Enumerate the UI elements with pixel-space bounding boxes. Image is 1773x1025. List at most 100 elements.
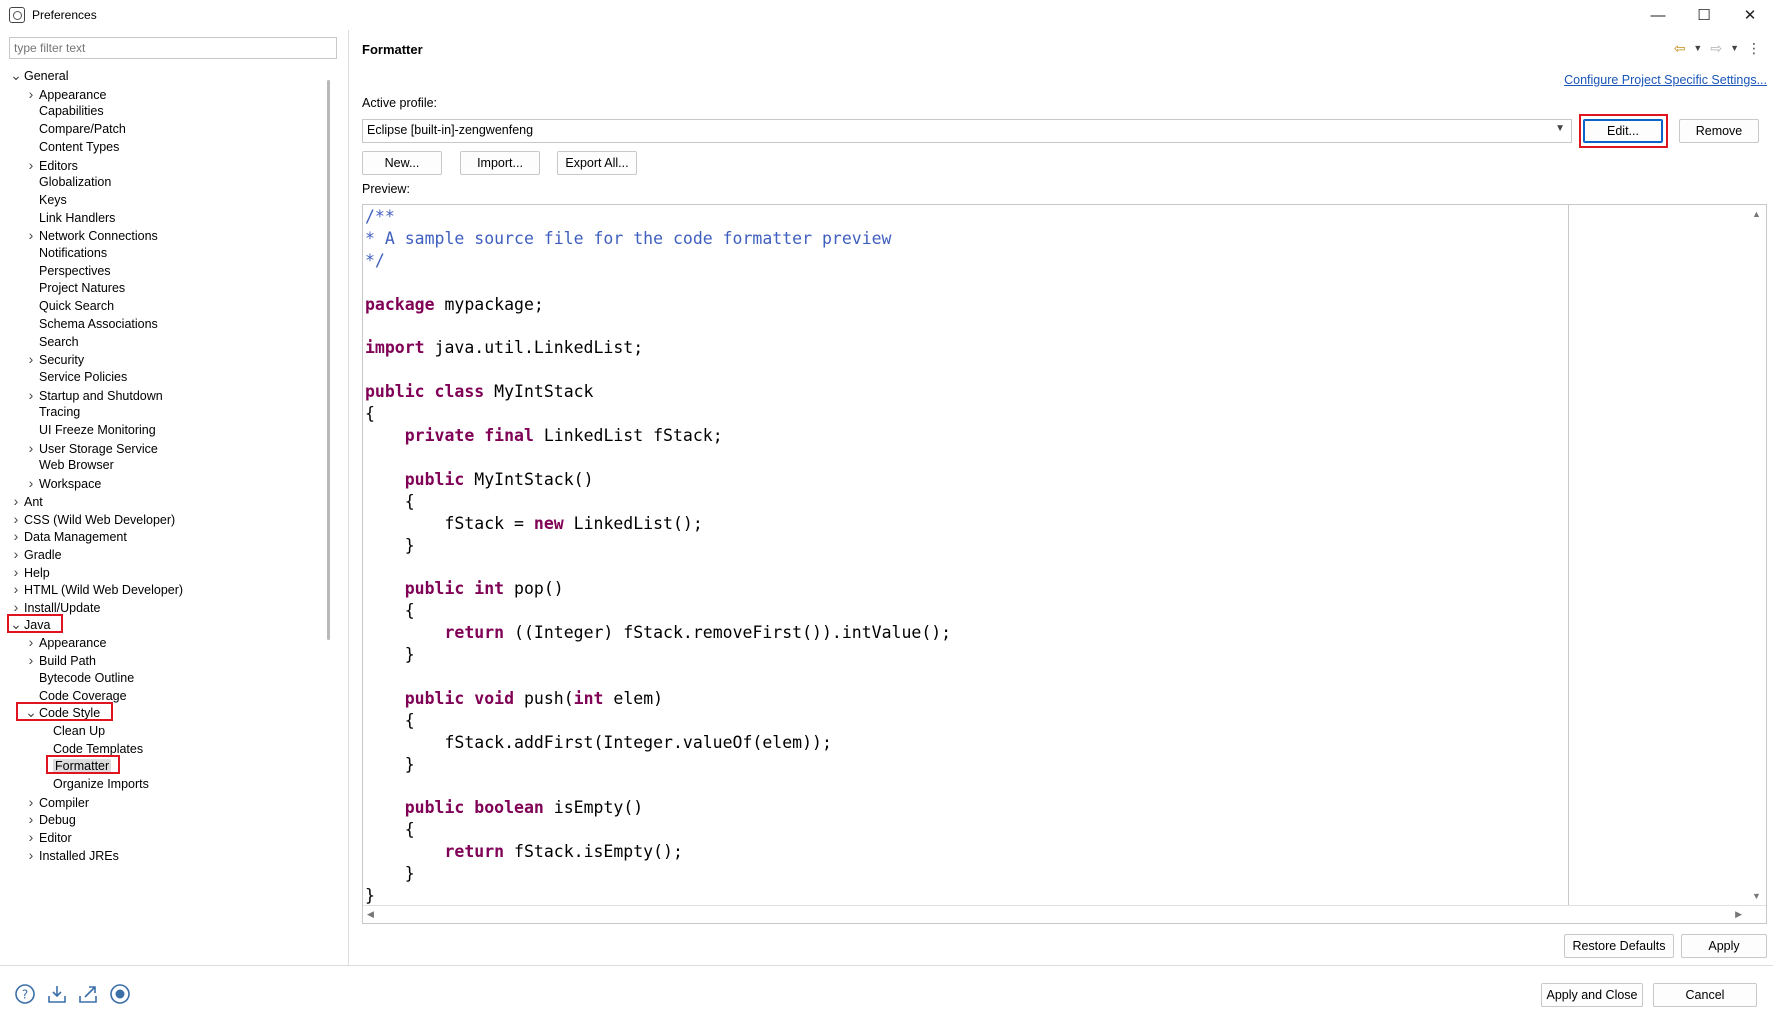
tree-item-label: Clean Up [53,723,106,738]
tree-item-label: Notifications [39,246,108,260]
scroll-down-icon[interactable]: ▼ [1752,891,1761,901]
tree-item-label: Bytecode Outline [39,670,135,685]
code-line: } [365,645,415,665]
close-button[interactable]: ✕ [1727,0,1773,30]
tree-item-label: Organize Imports [53,777,149,791]
forward-icon[interactable]: ⇨ [1710,40,1722,57]
preferences-tree-pane: ⌄General › Appearance Capabilities Compare/P… [0,30,349,965]
chevron-down-icon: ▼ [1555,123,1565,134]
maximize-button[interactable]: ☐ [1681,0,1727,30]
tree-item-label: Content Types [39,139,120,154]
restore-defaults-button[interactable]: Restore Defaults [1564,934,1674,958]
tree-item-label: Appearance [39,636,107,651]
code-line: public void push(int elem) [404,688,664,708]
apply-button[interactable]: Apply [1681,934,1767,958]
tree-item-label: Globalization [39,175,112,190]
print-margin-line [1568,205,1569,905]
tree-highlight-box [16,702,113,722]
code-line: public MyIntStack() [404,469,594,489]
tree-item-label: Capabilities [39,104,104,119]
code-line: public int pop() [404,579,564,599]
code-line: { [365,491,415,511]
tree-item-label: Tracing [39,405,81,420]
page-header: Formatter [350,30,1773,70]
preview-vertical-scrollbar[interactable]: ▲ ▼ [1748,205,1766,905]
active-profile-combo[interactable]: Eclipse [built-in]-zengwenfeng ▼ [362,119,1572,143]
scroll-up-icon[interactable]: ▲ [1752,209,1761,219]
record-icon[interactable] [109,983,131,1005]
tree-item-label: Installed JREs [39,848,119,863]
tree-item-label: UI Freeze Monitoring [39,423,156,437]
preferences-app-icon [9,7,25,23]
code-line: { [365,601,415,621]
page-title: Formatter [362,42,423,57]
new-profile-button[interactable]: New... [362,151,442,175]
title-bar: Preferences — ☐ ✕ [0,0,1773,30]
tree-item-label: Editor [39,831,72,846]
filter-input[interactable] [9,37,337,59]
code-preview[interactable]: /** * A sample source file for the code … [362,204,1767,924]
preview-horizontal-scrollbar[interactable]: ◀ ▶ [363,905,1766,923]
code-line: { [365,710,415,730]
tree-item-label: Compare/Patch [39,122,126,137]
forward-menu-chevron-icon[interactable]: ▼ [1730,40,1739,57]
formatter-page: Formatter ⇦ ▼ ⇨ ▼ ⋮ Configure Project Sp… [350,30,1773,965]
tree-item-label: Gradle [24,547,62,562]
tree-highlight-box [7,613,63,633]
chevron-right-icon[interactable]: › [23,845,39,865]
preview-label: Preview: [362,182,410,196]
tree-item-label: Compiler [39,795,90,810]
code-line: /** [365,207,395,226]
window-title: Preferences [32,8,97,22]
tree-item-label: Keys [39,192,67,207]
cancel-button[interactable]: Cancel [1653,983,1757,1007]
back-menu-chevron-icon[interactable]: ▼ [1693,40,1702,57]
scroll-left-icon[interactable]: ◀ [367,909,374,920]
code-line: } [365,754,415,774]
code-line: } [365,886,375,906]
help-icon[interactable]: ? [14,983,36,1005]
code-line: fStack = new LinkedList(); [365,513,703,533]
code-line: { [365,820,415,840]
tree-item-label: Workspace [39,477,102,492]
tree-item-label: Network Connections [39,229,158,244]
export-icon[interactable] [77,983,99,1005]
code-line: { [365,404,375,424]
tree-item-label: CSS (Wild Web Developer) [24,512,176,527]
tree-item-label: Code Coverage [39,688,127,703]
back-icon[interactable]: ⇦ [1674,40,1686,57]
export-all-button[interactable]: Export All... [557,151,637,175]
dialog-footer: ? Apply and Close Cancel [0,965,1773,1025]
tree-item-label: Debug [39,813,76,828]
window-controls: — ☐ ✕ [1635,0,1773,30]
tree-scrollbar[interactable] [327,80,330,640]
scroll-right-icon[interactable]: ▶ [1735,909,1742,920]
minimize-button[interactable]: — [1635,0,1681,30]
tree-item-label: Schema Associations [39,316,158,331]
code-line: return fStack.isEmpty(); [444,842,683,862]
code-line: import java.util.LinkedList; [365,338,644,358]
tree-item-label: HTML (Wild Web Developer) [24,583,184,598]
import-icon[interactable] [46,983,68,1005]
tree-item-installed-jres[interactable]: › Installed JREs [23,845,119,865]
tree-item-label: Appearance [39,87,107,102]
svg-text:?: ? [22,988,28,1002]
code-line: private final LinkedList fStack; [404,426,723,446]
preferences-tree: ⌄ General › Appearance Capabilities Compare/P… [0,66,330,961]
code-line: package mypackage; [365,294,544,314]
configure-project-settings-link[interactable]: Configure Project Specific Settings... [1564,73,1767,87]
tree-item-label: Build Path [39,654,96,669]
code-line: public boolean isEmpty() [404,798,644,818]
apply-and-close-button[interactable]: Apply and Close [1541,983,1643,1007]
tree-item-label: Web Browser [39,458,114,473]
view-menu-icon[interactable]: ⋮ [1747,40,1761,57]
import-profile-button[interactable]: Import... [460,151,540,175]
tree-item-label: Quick Search [39,299,115,314]
tree-item-label: Project Natures [39,281,126,296]
active-profile-label: Active profile: [362,96,438,110]
tree-item-label: Editors [39,158,78,173]
chevron-down-icon[interactable]: ⌄ [8,68,24,82]
remove-profile-button[interactable]: Remove [1679,119,1759,143]
active-profile-value: Eclipse [built-in]-zengwenfeng [367,123,534,137]
nav-toolbar: ⇦ ▼ ⇨ ▼ ⋮ [1674,40,1761,57]
